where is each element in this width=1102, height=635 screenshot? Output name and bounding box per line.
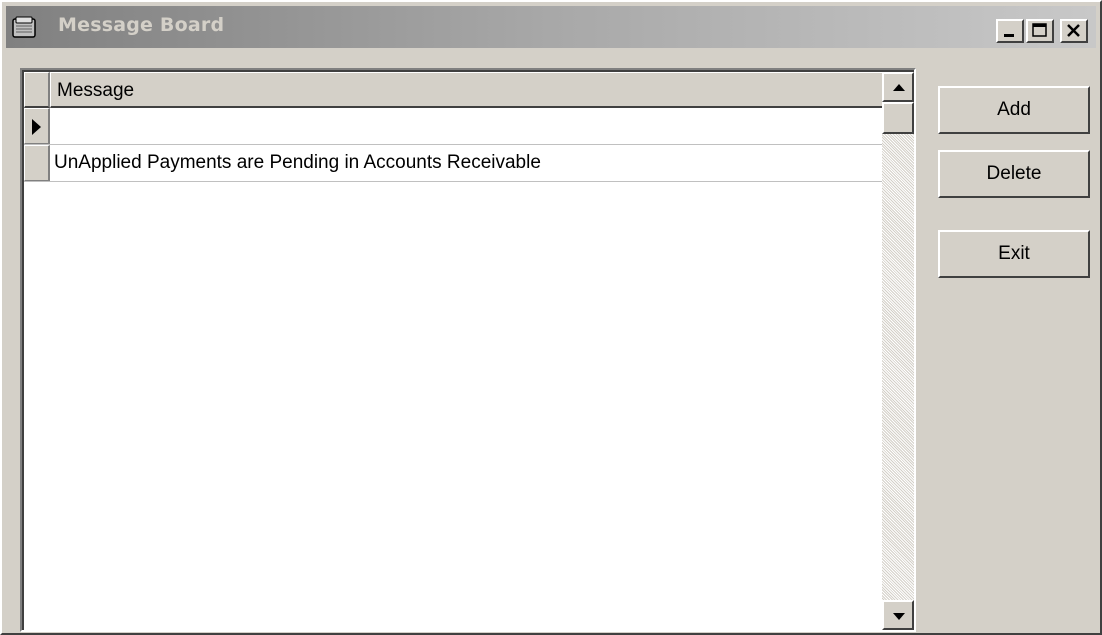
scroll-up-arrow-icon <box>893 84 905 91</box>
maximize-button[interactable] <box>1026 19 1054 43</box>
minimize-icon <box>1004 34 1014 37</box>
exit-button[interactable]: Exit <box>938 230 1090 278</box>
add-button[interactable]: Add <box>938 86 1090 134</box>
vertical-scrollbar[interactable] <box>882 72 914 630</box>
grid-header: Message <box>24 72 882 108</box>
table-row[interactable]: UnApplied Payments are Pending in Accoun… <box>24 145 882 182</box>
title-bar[interactable]: Message Board <box>6 6 1096 48</box>
row-selector[interactable] <box>24 145 50 181</box>
delete-button[interactable]: Delete <box>938 150 1090 198</box>
column-header-message[interactable]: Message <box>50 72 882 108</box>
table-row[interactable] <box>24 108 882 145</box>
close-button[interactable] <box>1060 19 1088 43</box>
header-corner[interactable] <box>24 72 50 108</box>
message-cell[interactable]: UnApplied Payments are Pending in Accoun… <box>54 152 541 174</box>
row-pointer-icon <box>32 119 41 135</box>
message-board-window: Message Board Message UnApplied Payments… <box>0 0 1102 635</box>
message-grid[interactable]: Message UnApplied Payments are Pending i… <box>20 68 916 632</box>
close-icon <box>1067 24 1080 37</box>
minimize-button[interactable] <box>996 19 1024 43</box>
scroll-down-button[interactable] <box>882 600 914 630</box>
row-selector[interactable] <box>24 108 50 144</box>
maximize-icon <box>1032 23 1047 37</box>
window-title: Message Board <box>58 14 225 36</box>
scroll-up-button[interactable] <box>882 72 914 102</box>
scroll-down-arrow-icon <box>893 613 905 620</box>
scroll-thumb[interactable] <box>882 102 914 134</box>
clipboard-icon <box>12 15 36 39</box>
